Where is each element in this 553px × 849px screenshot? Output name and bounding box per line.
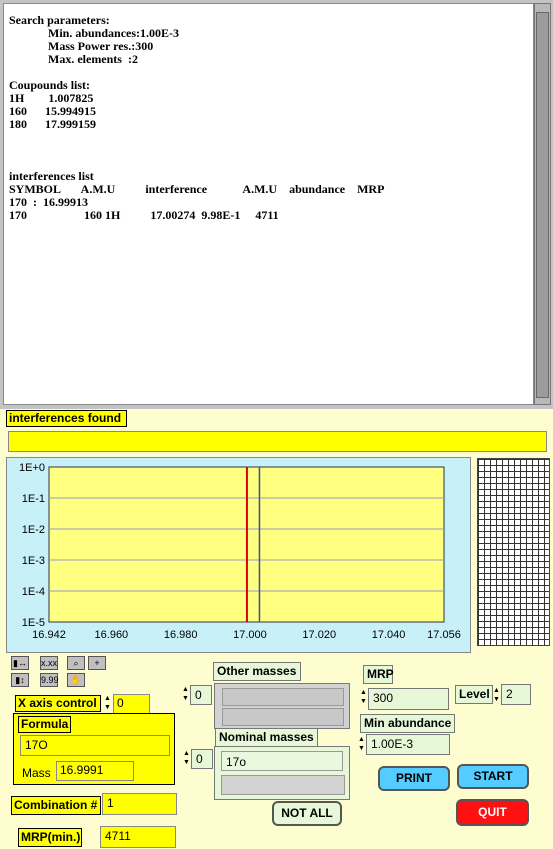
y-tick-label: 1E-2 (22, 524, 45, 536)
y-tick-label: 1E-5 (22, 617, 45, 629)
combination-input[interactable]: 1 (102, 793, 177, 815)
scale-x-icon[interactable]: x.xx (40, 656, 58, 670)
pan-hand-icon[interactable]: ✋ (67, 673, 85, 687)
other-masses-label: Other masses (213, 662, 301, 681)
other-masses-count[interactable]: 0 (190, 685, 212, 705)
scale-y-icon[interactable]: 9.99 (40, 673, 59, 687)
print-button[interactable]: PRINT (378, 766, 450, 791)
zoom-y-icon[interactable]: ▮↕ (11, 673, 29, 687)
mrp-label: MRP (363, 665, 394, 684)
spectrum-plot: 1E+0 1E-1 1E-2 1E-3 1E-4 1E-5 16.942 16.960 16.9… (6, 457, 471, 653)
x-tick-label: 16.942 (32, 629, 66, 641)
scrollbar-thumb[interactable] (536, 12, 549, 398)
nominal-masses-label: Nominal masses (215, 728, 318, 747)
other-masses-list[interactable] (214, 683, 350, 729)
min-abundance-input[interactable]: 1.00E-3 (366, 734, 450, 755)
console-text-area[interactable]: Search parameters: Min. abundances:1.00E… (3, 3, 534, 405)
x-axis-control-label: X axis control (15, 695, 101, 712)
min-abundance-spinner[interactable]: ▲ ▼ (358, 735, 365, 753)
other-masses-row[interactable] (222, 708, 344, 726)
x-tick-label: 17.020 (302, 629, 336, 641)
not-all-button[interactable]: NOT ALL (272, 801, 342, 826)
console-lines: Search parameters: Min. abundances:1.00E… (9, 13, 385, 222)
x-axis-control-input[interactable]: 0 (113, 694, 150, 714)
level-spinner[interactable]: ▲ ▼ (493, 686, 500, 704)
nominal-masses-list[interactable]: 17o (214, 746, 350, 800)
y-tick-label: 1E-3 (22, 555, 45, 567)
mass-value: 16.9991 (56, 761, 134, 781)
quit-button[interactable]: QUIT (456, 799, 529, 826)
y-tick-label: 1E-4 (22, 586, 45, 598)
mrp-min-label: MRP(min.) (18, 828, 82, 847)
nominal-mass-empty-row[interactable] (221, 775, 345, 795)
interferences-found-field (8, 431, 547, 452)
x-tick-label: 17.056 (427, 629, 461, 641)
other-masses-row[interactable] (222, 688, 344, 706)
formula-label: Formula (18, 716, 71, 733)
level-label: Level (455, 685, 493, 704)
zoom-icon[interactable]: ⌕ (67, 656, 85, 670)
x-axis-spinner[interactable]: ▲ ▼ (104, 694, 111, 712)
mass-label: Mass (22, 766, 51, 780)
other-masses-spinner[interactable]: ▲ ▼ (182, 685, 189, 703)
mrp-spinner[interactable]: ▲ ▼ (360, 688, 367, 706)
spectrum-chart[interactable]: 1E+0 1E-1 1E-2 1E-3 1E-4 1E-516.942 16.960 16.9… (7, 458, 470, 652)
mrp-min-value: 4711 (100, 826, 176, 848)
level-input[interactable]: 2 (501, 684, 531, 705)
nominal-masses-count[interactable]: 0 (191, 749, 213, 769)
y-tick-label: 1E+0 (19, 462, 45, 474)
y-tick-label: 1E-1 (22, 493, 45, 505)
x-tick-label: 17.000 (233, 629, 267, 641)
formula-input[interactable]: 17O (20, 735, 170, 756)
nominal-mass-item[interactable]: 17o (221, 751, 343, 771)
crosshair-icon[interactable]: + (88, 656, 106, 670)
x-tick-label: 17.040 (372, 629, 406, 641)
min-abundance-label: Min abundance (360, 714, 455, 733)
zoom-x-icon[interactable]: ▮↔ (11, 656, 29, 670)
nominal-masses-spinner[interactable]: ▲ ▼ (183, 749, 190, 767)
interferences-found-label: interferences found (6, 410, 127, 427)
output-console: Search parameters: Min. abundances:1.00E… (0, 0, 553, 409)
mrp-input[interactable]: 300 (368, 688, 449, 710)
x-tick-label: 16.960 (95, 629, 129, 641)
start-button[interactable]: START (457, 764, 529, 789)
x-tick-label: 16.980 (164, 629, 198, 641)
combination-label: Combination # (11, 796, 101, 815)
element-grid[interactable] (477, 458, 550, 646)
console-scrollbar[interactable] (534, 3, 551, 405)
